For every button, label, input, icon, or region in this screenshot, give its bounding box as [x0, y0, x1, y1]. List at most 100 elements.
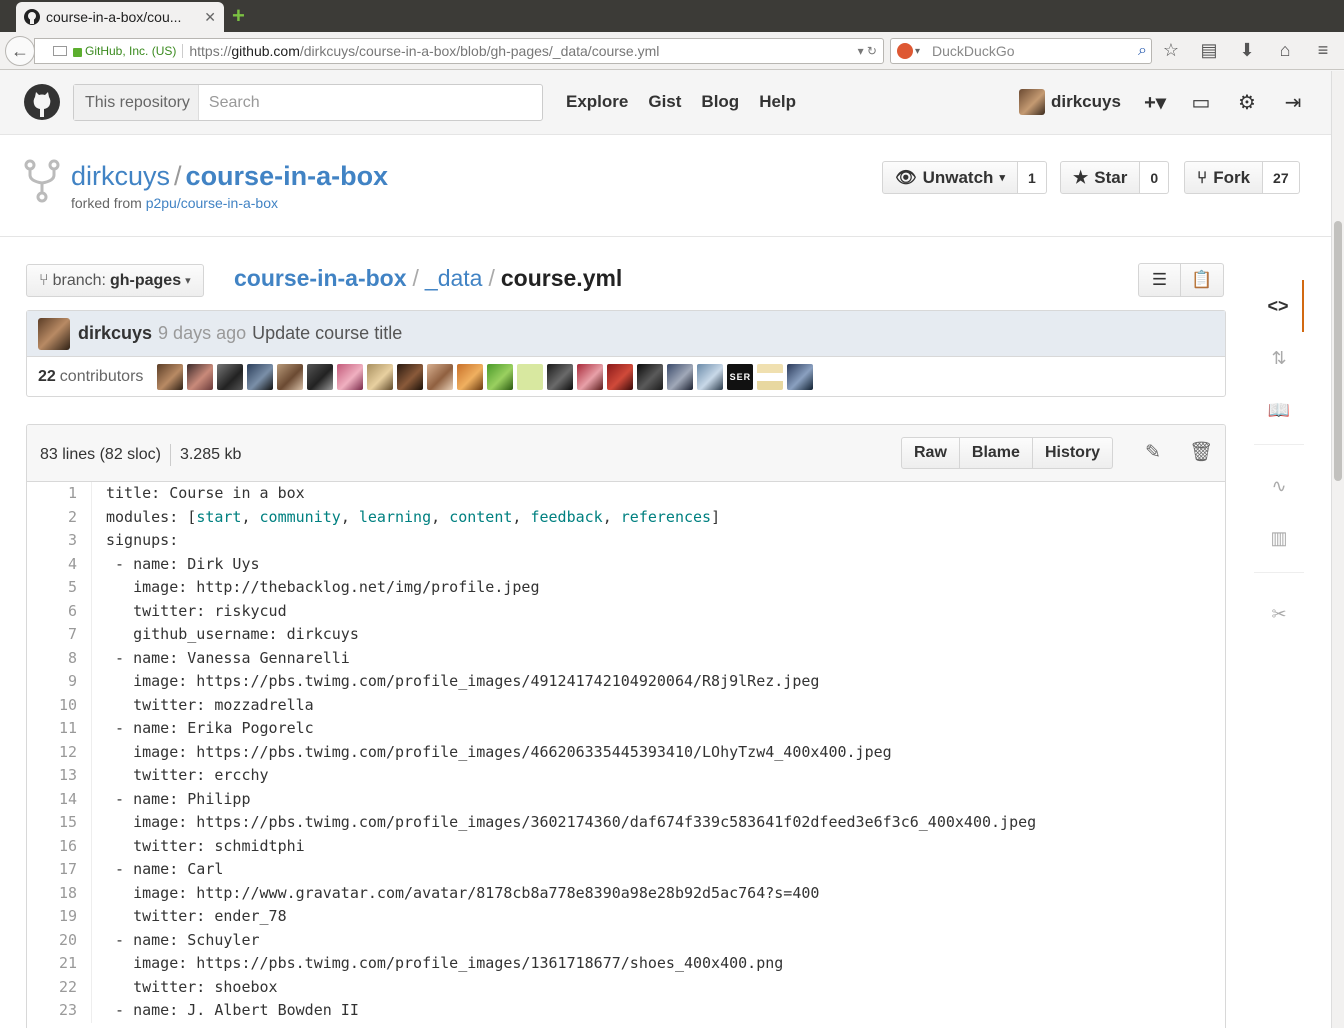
line-number[interactable]: 11	[27, 717, 92, 741]
user-menu[interactable]: dirkcuys	[1019, 89, 1121, 115]
avatar[interactable]	[667, 364, 694, 390]
forked-from-link[interactable]: p2pu/course-in-a-box	[146, 195, 278, 211]
line-number[interactable]: 5	[27, 576, 92, 600]
avatar[interactable]	[607, 364, 634, 390]
line-number[interactable]: 13	[27, 764, 92, 788]
back-arrow-icon[interactable]: ←	[5, 36, 35, 66]
line-number[interactable]: 1	[27, 482, 92, 506]
line-number[interactable]: 14	[27, 787, 92, 811]
pencil-icon[interactable]: ✎	[1145, 441, 1161, 464]
line-number[interactable]: 8	[27, 646, 92, 670]
clipboard-icon[interactable]: 📋	[1181, 263, 1224, 297]
browser-tab[interactable]: course-in-a-box/cou... ✕	[16, 2, 224, 32]
reading-list-icon[interactable]: ▤	[1198, 40, 1220, 61]
avatar[interactable]	[577, 364, 604, 390]
unwatch-button[interactable]: 👁 Unwatch ▾	[882, 161, 1018, 194]
line-number[interactable]: 9	[27, 670, 92, 694]
branch-select[interactable]: ⑂ branch: gh-pages ▾	[26, 264, 204, 297]
repo-search[interactable]: This repository Search	[73, 84, 543, 121]
fork-button[interactable]: ⑂ Fork	[1184, 161, 1264, 194]
watch-count[interactable]: 1	[1017, 161, 1047, 194]
wiki-book-icon[interactable]: 📖	[1254, 384, 1304, 436]
line-number[interactable]: 6	[27, 599, 92, 623]
line-number[interactable]: 16	[27, 834, 92, 858]
line-number[interactable]: 23	[27, 999, 92, 1023]
line-number[interactable]: 3	[27, 529, 92, 553]
avatar[interactable]	[487, 364, 514, 390]
commit-message[interactable]: Update course title	[252, 323, 402, 344]
avatar[interactable]	[187, 364, 214, 390]
avatar[interactable]	[457, 364, 484, 390]
pulse-icon[interactable]: ∿	[1254, 460, 1304, 512]
username[interactable]: dirkcuys	[1051, 92, 1121, 112]
url-text[interactable]: https://github.com/dirkcuys/course-in-a-…	[189, 43, 857, 59]
new-tab-icon[interactable]: +	[232, 5, 252, 27]
url-bar[interactable]: GitHub, Inc. (US) https://github.com/dir…	[34, 38, 884, 64]
github-octocat-icon[interactable]	[24, 84, 60, 120]
line-number[interactable]: 20	[27, 928, 92, 952]
browser-search-bar[interactable]: ▾ DuckDuckGo ⌕	[890, 38, 1152, 64]
avatar[interactable]	[637, 364, 664, 390]
avatar[interactable]	[517, 364, 544, 390]
raw-button[interactable]: Raw	[901, 437, 960, 469]
inbox-icon[interactable]: ▭	[1188, 90, 1214, 115]
home-icon[interactable]: ⌂	[1274, 40, 1296, 61]
line-number[interactable]: 17	[27, 858, 92, 882]
avatar[interactable]	[307, 364, 334, 390]
line-number[interactable]: 4	[27, 552, 92, 576]
line-number[interactable]: 15	[27, 811, 92, 835]
line-number[interactable]: 21	[27, 952, 92, 976]
blame-button[interactable]: Blame	[959, 437, 1033, 469]
code-icon[interactable]: <>	[1254, 280, 1304, 332]
tab-close-icon[interactable]: ✕	[204, 9, 216, 26]
avatar[interactable]	[38, 317, 70, 350]
search-icon[interactable]: ⌕	[1138, 42, 1151, 60]
page-scrollbar[interactable]	[1331, 71, 1344, 1028]
avatar[interactable]	[697, 364, 724, 390]
settings-tools-icon[interactable]: ✂	[1254, 588, 1304, 640]
commit-author[interactable]: dirkcuys	[78, 323, 152, 344]
avatar[interactable]	[427, 364, 454, 390]
avatar[interactable]	[397, 364, 424, 390]
line-number[interactable]: 10	[27, 693, 92, 717]
avatar[interactable]	[337, 364, 364, 390]
sign-out-icon[interactable]: ⇥	[1280, 90, 1306, 115]
repo-owner-link[interactable]: dirkcuys	[71, 161, 170, 191]
star-count[interactable]: 0	[1140, 161, 1170, 194]
avatar[interactable]	[217, 364, 244, 390]
graph-icon[interactable]: ▥	[1254, 512, 1304, 564]
breadcrumb-root-link[interactable]: course-in-a-box	[234, 265, 407, 291]
reload-icon[interactable]: ▾ ↻	[858, 44, 883, 58]
nav-blog[interactable]: Blog	[701, 92, 739, 112]
scroll-thumb[interactable]	[1334, 221, 1342, 481]
line-number[interactable]: 2	[27, 505, 92, 529]
nav-gist[interactable]: Gist	[648, 92, 681, 112]
breadcrumb-dir-link[interactable]: _data	[425, 265, 483, 291]
avatar[interactable]	[157, 364, 184, 390]
avatar[interactable]: SER	[727, 364, 754, 390]
avatar[interactable]	[787, 364, 814, 390]
contributors-label[interactable]: contributors	[60, 368, 144, 386]
plus-icon[interactable]: +▾	[1142, 90, 1168, 115]
list-icon[interactable]: ☰	[1138, 263, 1181, 297]
line-number[interactable]: 12	[27, 740, 92, 764]
history-button[interactable]: History	[1032, 437, 1114, 469]
bookmark-star-icon[interactable]: ☆	[1160, 40, 1182, 61]
contributors-count[interactable]: 22	[38, 368, 56, 386]
line-number[interactable]: 22	[27, 975, 92, 999]
star-button[interactable]: ★ Star	[1060, 161, 1141, 194]
search-input[interactable]: Search	[199, 94, 260, 112]
nav-help[interactable]: Help	[759, 92, 796, 112]
line-number[interactable]: 19	[27, 905, 92, 929]
repo-name-link[interactable]: course-in-a-box	[186, 161, 389, 191]
fork-count[interactable]: 27	[1263, 161, 1300, 194]
avatar[interactable]	[367, 364, 394, 390]
trash-icon[interactable]: 🗑	[1189, 440, 1213, 464]
avatar[interactable]	[277, 364, 304, 390]
avatar[interactable]	[547, 364, 574, 390]
avatar[interactable]	[247, 364, 274, 390]
avatar[interactable]	[757, 364, 784, 390]
nav-explore[interactable]: Explore	[566, 92, 628, 112]
pull-request-icon[interactable]: ⇅	[1254, 332, 1304, 384]
site-identity[interactable]: GitHub, Inc. (US)	[73, 44, 184, 58]
